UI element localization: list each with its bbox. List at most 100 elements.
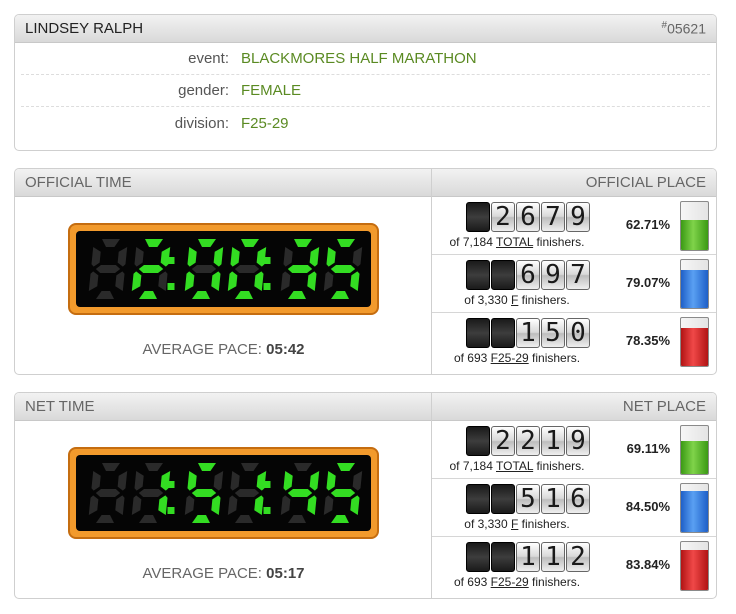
clock-segment: [352, 247, 362, 267]
clock-segment: [131, 271, 141, 291]
place-row: 5 1 6 of 3,330 F finishers. 84.50%: [432, 479, 716, 537]
percentile-value: 69.11%: [626, 441, 670, 456]
official-panel: OFFICIAL TIME AVERAGE PACE: 05:42 OFFICI…: [14, 168, 717, 375]
net-panel: NET TIME AVERAGE PACE: 05:17 NET PLACE 2…: [14, 392, 717, 599]
clock-segment: [197, 463, 216, 471]
finishers-text: of 7,184 TOTAL finishers.: [432, 235, 602, 249]
clock-segment: [253, 495, 264, 515]
clock-segment: [191, 489, 216, 497]
info-row-event: event: BLACKMORES HALF MARATHON: [21, 43, 710, 75]
finishers-count: of 693: [453, 351, 491, 365]
finishers-category-link[interactable]: F25-29: [491, 575, 529, 589]
clock-segment: [101, 239, 120, 247]
finishers-suffix: finishers.: [528, 351, 581, 365]
clock-segment: [306, 495, 317, 515]
clock-segment: [210, 495, 221, 515]
clock-segment: [95, 489, 120, 497]
place-digit: 2: [516, 426, 540, 456]
clock-segment: [229, 471, 240, 491]
clock-segment: [227, 271, 237, 291]
clock-colon-dot: [263, 257, 270, 264]
clock-segment: [184, 271, 194, 291]
official-time-section: OFFICIAL TIME AVERAGE PACE: 05:42: [15, 169, 432, 374]
clock-segment: [133, 247, 144, 267]
clock-colon-dot: [263, 481, 270, 488]
clock-segment: [157, 495, 168, 515]
clock-segment: [234, 265, 259, 273]
net-pace: AVERAGE PACE: 05:17: [15, 565, 432, 582]
place-digit: [466, 260, 490, 290]
place-odometer: 2679: [466, 202, 591, 232]
percentile-gauge: [680, 483, 709, 533]
finishers-count: of 7,184: [449, 235, 496, 249]
event-key: event:: [188, 50, 229, 67]
clock-segment: [280, 495, 290, 515]
place-digit: [466, 542, 490, 572]
percentile-gauge-fill: [681, 219, 708, 250]
finishers-category-link[interactable]: TOTAL: [496, 459, 533, 473]
place-digit: 1: [541, 426, 565, 456]
clock-segment: [306, 271, 317, 291]
clock-segment: [287, 291, 306, 299]
clock-segment: [184, 495, 194, 515]
clock-segment: [325, 247, 336, 267]
clock-segment: [117, 247, 127, 267]
clock-segment: [234, 515, 253, 523]
athlete-header: LINDSEY RALPH #05621: [15, 15, 716, 43]
place-odometer: 516: [466, 484, 591, 514]
clock-segment: [330, 291, 349, 299]
clock-segment: [213, 471, 223, 491]
clock-segment: [282, 471, 293, 491]
clock-colon-dot: [263, 283, 270, 290]
place-digit: [466, 426, 490, 456]
clock-segment: [234, 291, 253, 299]
clock-segment: [336, 239, 355, 247]
clock-segment: [323, 495, 333, 515]
clock-segment: [227, 495, 237, 515]
place-digit: 5: [541, 318, 565, 348]
clock-segment: [336, 463, 355, 471]
place-digit: 1: [516, 542, 540, 572]
percentile-value: 84.50%: [625, 499, 670, 514]
official-place-section: OFFICIAL PLACE 2 6 7 9 of 7,184 TOTAL finish…: [432, 169, 716, 374]
official-clock-screen: [76, 231, 371, 307]
finishers-category-link[interactable]: F25-29: [491, 351, 529, 365]
official-pace: AVERAGE PACE: 05:42: [15, 341, 432, 358]
clock-segment: [309, 471, 319, 491]
clock-segment: [287, 265, 312, 273]
bib-number: #05621: [662, 20, 707, 37]
clock-segment: [240, 463, 259, 471]
clock-segment: [90, 247, 101, 267]
clock-segment: [309, 247, 319, 267]
place-digit: 2: [566, 542, 590, 572]
finishers-text: of 3,330 F finishers.: [432, 517, 602, 531]
net-pace-label: AVERAGE PACE:: [142, 565, 262, 582]
clock-segment: [282, 247, 293, 267]
clock-segment: [157, 271, 168, 291]
net-place-section: NET PLACE 2 2 1 9 of 7,184 TOTAL finishers. 6…: [432, 393, 716, 598]
finishers-count: of 3,330: [464, 293, 511, 307]
info-row-gender: gender: FEMALE: [21, 75, 710, 107]
percentile-value: 62.71%: [625, 217, 670, 232]
finishers-suffix: finishers.: [528, 575, 581, 589]
place-digit: 6: [566, 484, 590, 514]
place-digit: [491, 318, 515, 348]
clock-segment: [293, 463, 312, 471]
finishers-text: of 693 F25-29 finishers.: [432, 575, 602, 589]
clock-segment: [197, 239, 216, 247]
finishers-text: of 7,184 TOTAL finishers.: [432, 459, 602, 473]
clock-segment: [186, 247, 197, 267]
place-odometer: 697: [466, 260, 591, 290]
clock-segment: [114, 271, 125, 291]
place-odometer: 112: [466, 542, 591, 572]
finishers-suffix: finishers.: [533, 459, 585, 473]
clock-segment: [213, 247, 223, 267]
percentile-value: 83.84%: [625, 557, 670, 572]
gender-value: FEMALE: [241, 82, 302, 99]
place-row: 2 2 1 9 of 7,184 TOTAL finishers. 69.11%: [432, 421, 716, 479]
percentile-value: 78.35%: [625, 333, 670, 348]
clock-segment: [293, 239, 312, 247]
clock-segment: [138, 489, 163, 497]
place-digit: 0: [566, 318, 590, 348]
finishers-category-link[interactable]: TOTAL: [496, 235, 533, 249]
